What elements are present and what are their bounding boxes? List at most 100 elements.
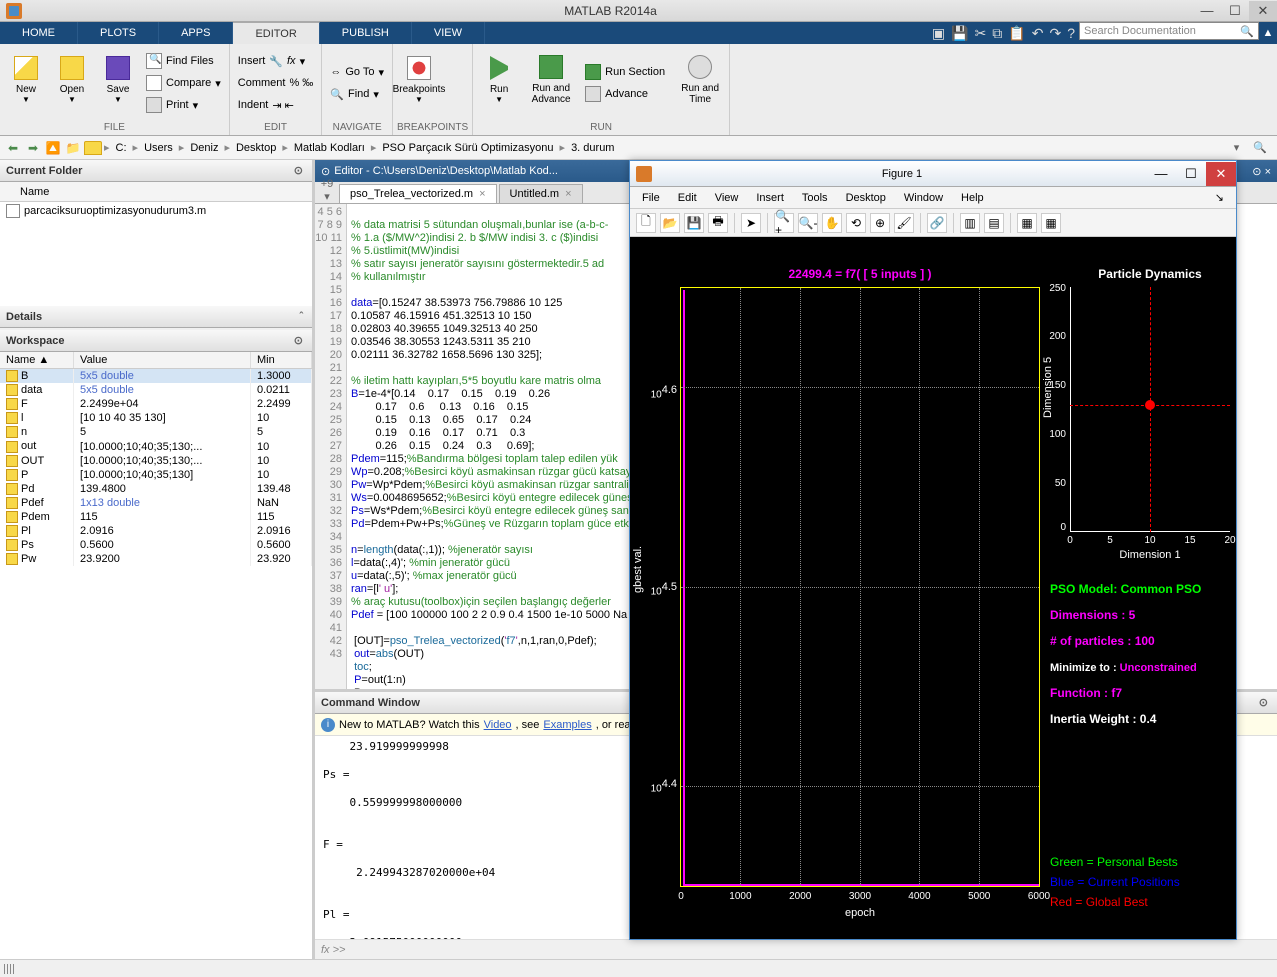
crumb[interactable]: Desktop: [232, 142, 280, 154]
qat-help-icon[interactable]: ?: [1067, 25, 1075, 41]
pointer-icon[interactable]: ➤: [741, 213, 761, 233]
menu-edit[interactable]: Edit: [670, 190, 705, 206]
plot2-axes[interactable]: 250200150100500 05101520: [1070, 287, 1230, 532]
datacursor-icon[interactable]: ⊕: [870, 213, 890, 233]
save-button[interactable]: Save▼: [96, 46, 140, 114]
menu-window[interactable]: Window: [896, 190, 951, 206]
qat-undo-icon[interactable]: ↶: [1032, 25, 1044, 42]
hide-tools-icon[interactable]: ▦: [1017, 213, 1037, 233]
nav-up-button[interactable]: 🔼: [44, 139, 62, 157]
breakpoints-button[interactable]: Breakpoints▼: [397, 46, 441, 114]
zoom-in-icon[interactable]: 🔍+: [774, 213, 794, 233]
advance-button[interactable]: Advance: [581, 83, 673, 105]
workspace-row[interactable]: Pdef1x13 doubleNaN: [0, 496, 312, 510]
menu-tools[interactable]: Tools: [794, 190, 836, 206]
path-search-icon[interactable]: 🔍: [1247, 141, 1273, 154]
menu-insert[interactable]: Insert: [748, 190, 792, 206]
fig-new-icon[interactable]: 🗋: [636, 213, 656, 233]
link-icon[interactable]: 🔗: [927, 213, 947, 233]
run-button[interactable]: Run▼: [477, 46, 521, 114]
crumb[interactable]: C:: [112, 142, 131, 154]
workspace-row[interactable]: B5x5 double1.3000: [0, 369, 312, 384]
nav-back-button[interactable]: ⬅: [4, 139, 22, 157]
menu-desktop[interactable]: Desktop: [838, 190, 894, 206]
compare-button[interactable]: Compare ▾: [142, 72, 225, 94]
qat-cut-icon[interactable]: ✂: [975, 25, 987, 42]
workspace-row[interactable]: P[10.0000;10;40;35;130]10: [0, 468, 312, 482]
show-tools-icon[interactable]: ▦: [1041, 213, 1061, 233]
find-button[interactable]: 🔍 Find ▾: [326, 83, 388, 105]
fig-help-icon[interactable]: ↘: [1207, 189, 1232, 206]
tab-view[interactable]: VIEW: [412, 22, 485, 44]
zoom-out-icon[interactable]: 🔍-: [798, 213, 818, 233]
qat-redo-icon[interactable]: ↷: [1049, 25, 1061, 42]
video-link[interactable]: Video: [484, 719, 512, 731]
menu-view[interactable]: View: [707, 190, 747, 206]
workspace-row[interactable]: data5x5 double0.0211: [0, 383, 312, 397]
fig-save-icon[interactable]: 💾: [684, 213, 704, 233]
pan-icon[interactable]: ✋: [822, 213, 842, 233]
col-name[interactable]: Name: [6, 186, 49, 198]
search-documentation[interactable]: Search Documentation 🔍: [1079, 22, 1259, 40]
examples-link[interactable]: Examples: [543, 719, 591, 731]
fig-minimize-button[interactable]: —: [1146, 162, 1176, 186]
qat-copy-icon[interactable]: ⧉: [992, 25, 1002, 42]
workspace-row[interactable]: Pd139.4800139.48: [0, 482, 312, 496]
workspace-row[interactable]: l[10 10 40 35 130]10: [0, 411, 312, 425]
qat-paste-icon[interactable]: 📋: [1008, 25, 1025, 42]
editor-tab[interactable]: pso_Trelea_vectorized.m×: [339, 184, 497, 203]
tab-publish[interactable]: PUBLISH: [320, 22, 412, 44]
find-files-button[interactable]: Find Files: [142, 50, 225, 72]
fig-close-button[interactable]: ✕: [1206, 162, 1236, 186]
workspace-row[interactable]: OUT[10.0000;10;40;35;130;...10: [0, 454, 312, 468]
workspace-row[interactable]: F2.2499e+042.2499: [0, 397, 312, 411]
nav-fwd-button[interactable]: ➡: [24, 139, 42, 157]
new-button[interactable]: New▼: [4, 46, 48, 114]
tab-home[interactable]: HOME: [0, 22, 78, 44]
crumb[interactable]: Deniz: [186, 142, 222, 154]
crumb[interactable]: 3. durum: [567, 142, 618, 154]
tab-editor[interactable]: EDITOR: [233, 22, 319, 44]
insert-button[interactable]: Insert 🔧 fx ▾: [234, 50, 318, 72]
editor-menu-button[interactable]: ⊙ ×: [1252, 165, 1271, 178]
command-prompt[interactable]: fx >>: [315, 939, 1277, 959]
col-header[interactable]: Min: [250, 352, 311, 369]
qat-save-icon[interactable]: 💾: [951, 25, 968, 42]
menu-help[interactable]: Help: [953, 190, 992, 206]
panel-menu-button[interactable]: ⊙: [291, 164, 306, 177]
figure-canvas[interactable]: 22499.4 = f7( [ 5 inputs ] ) 104.6 104.5…: [630, 237, 1236, 939]
workspace-row[interactable]: Ps0.56000.5600: [0, 538, 312, 552]
file-item[interactable]: parcaciksuruoptimizasyonudurum3.m: [0, 202, 312, 220]
crumb[interactable]: PSO Parçacık Sürü Optimizasyonu: [378, 142, 557, 154]
colorbar-icon[interactable]: ▥: [960, 213, 980, 233]
workspace-row[interactable]: Pdem115115: [0, 510, 312, 524]
fig-open-icon[interactable]: 📂: [660, 213, 680, 233]
close-tab-icon[interactable]: ×: [565, 188, 571, 200]
col-header[interactable]: Name ▲: [0, 352, 74, 369]
tab-apps[interactable]: APPS: [159, 22, 233, 44]
panel-menu-button[interactable]: ⊙: [291, 334, 306, 347]
plot1-axes[interactable]: 104.6 104.5 104.4 0100020003000400050006…: [680, 287, 1040, 887]
details-expand-button[interactable]: ˆ: [296, 311, 306, 323]
goto-button[interactable]: ⇔ Go To ▾: [326, 61, 388, 83]
nav-menu-button[interactable]: 📁: [64, 139, 82, 157]
workspace-row[interactable]: Pw23.920023.920: [0, 552, 312, 566]
col-header[interactable]: Value: [74, 352, 251, 369]
minimize-button[interactable]: —: [1193, 1, 1221, 21]
editor-tab[interactable]: Untitled.m×: [499, 184, 583, 203]
fig-print-icon[interactable]: 🖶: [708, 213, 728, 233]
run-advance-button[interactable]: Run and Advance: [523, 46, 579, 114]
run-section-button[interactable]: Run Section: [581, 61, 673, 83]
path-dropdown[interactable]: ▾: [1228, 141, 1246, 154]
search-icon[interactable]: 🔍: [1240, 25, 1254, 38]
fig-maximize-button[interactable]: ☐: [1176, 162, 1206, 186]
workspace-row[interactable]: n55: [0, 425, 312, 439]
comment-button[interactable]: Comment % ‰: [234, 72, 318, 94]
rotate-icon[interactable]: ⟲: [846, 213, 866, 233]
legend-icon[interactable]: ▤: [984, 213, 1004, 233]
close-button[interactable]: ✕: [1249, 1, 1277, 21]
run-time-button[interactable]: Run and Time: [675, 46, 725, 114]
print-button[interactable]: Print ▾: [142, 94, 225, 116]
open-button[interactable]: Open▼: [50, 46, 94, 114]
menu-file[interactable]: File: [634, 190, 668, 206]
